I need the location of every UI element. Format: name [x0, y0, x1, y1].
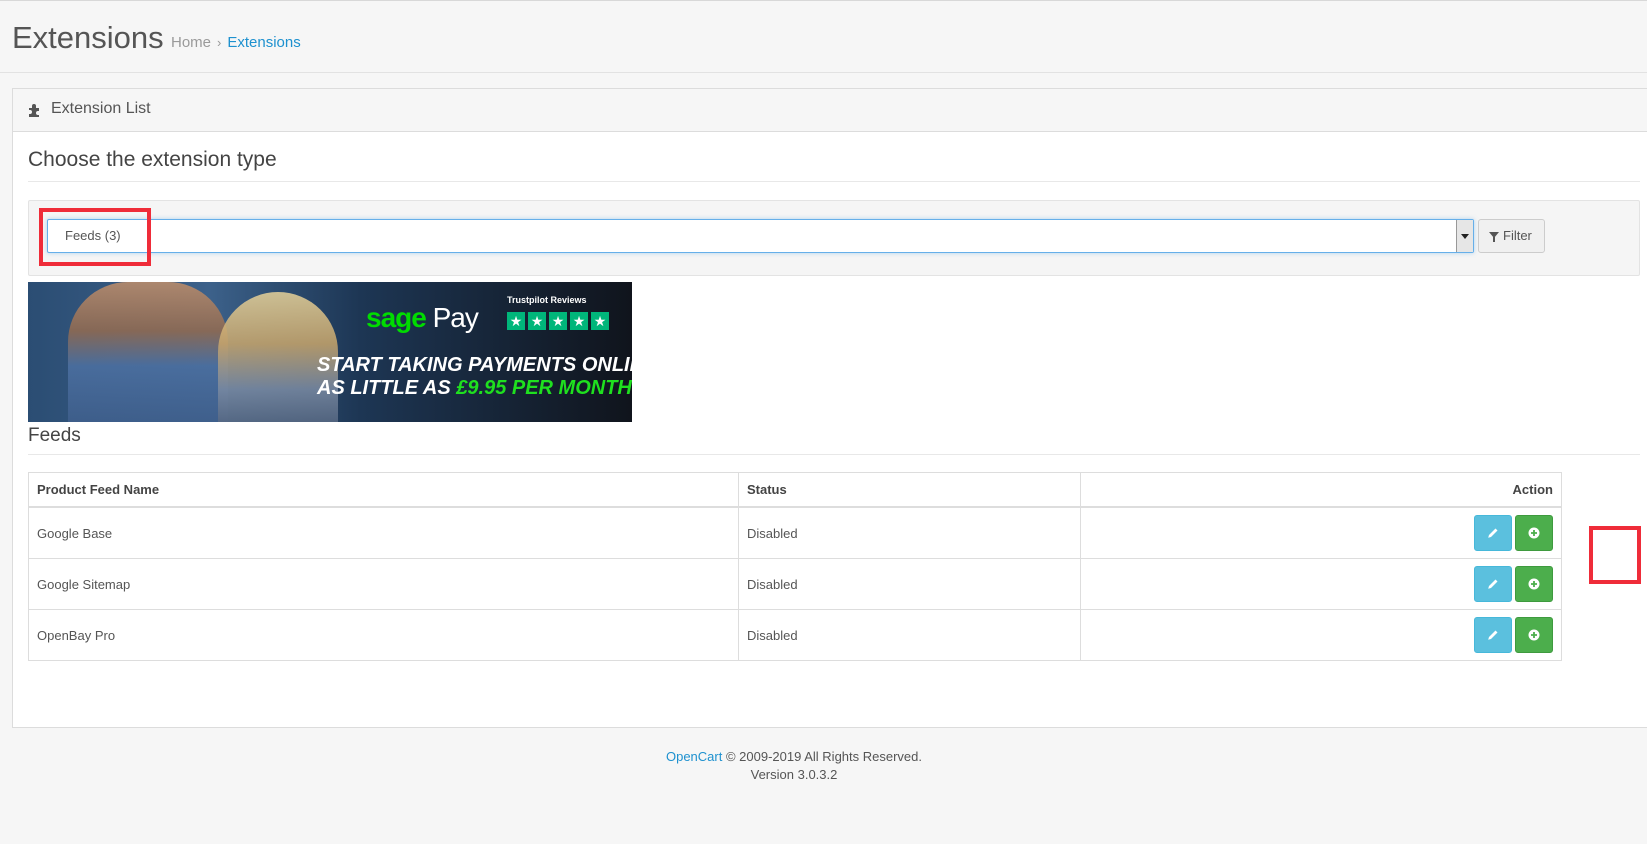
- extension-type-select[interactable]: Feeds (3): [47, 219, 1474, 253]
- install-button[interactable]: [1515, 515, 1553, 551]
- banner-tagline-prefix: AS LITTLE AS: [317, 377, 451, 399]
- feed-name: Google Sitemap: [28, 558, 739, 610]
- banner-person-image: [68, 282, 228, 422]
- page-title: Extensions: [12, 20, 164, 55]
- edit-button[interactable]: [1474, 515, 1512, 551]
- table-row: Google Sitemap Disabled: [28, 558, 1562, 610]
- banner-tagline: START TAKING PAYMENTS ONLINE FROM AS LIT…: [317, 354, 632, 400]
- filter-icon: [1489, 232, 1499, 242]
- feed-name: OpenBay Pro: [28, 609, 739, 661]
- breadcrumb-home-link[interactable]: Home: [171, 34, 211, 51]
- edit-button[interactable]: [1474, 566, 1512, 602]
- panel-heading: Extension List: [13, 89, 1647, 132]
- chevron-down-icon[interactable]: [1456, 220, 1473, 252]
- filter-button-label: Filter: [1503, 228, 1532, 243]
- copyright-text: © 2009-2019 All Rights Reserved.: [725, 749, 923, 764]
- filter-well: Feeds (3) Filter: [28, 200, 1640, 276]
- install-button[interactable]: [1515, 617, 1553, 653]
- extension-list-panel: Extension List Choose the extension type…: [12, 88, 1647, 728]
- trustpilot-stars: ★ ★ ★ ★ ★: [507, 312, 609, 330]
- breadcrumb: Home › Extensions: [171, 34, 301, 51]
- sagepay-logo-word2: Pay: [432, 302, 479, 333]
- sagepay-logo: sage Pay: [366, 302, 479, 334]
- banner-tagline-line2: AS LITTLE AS £9.95 PER MONTH + VAT: [317, 377, 632, 400]
- breadcrumb-extensions-link[interactable]: Extensions: [227, 34, 300, 51]
- feed-status: Disabled: [738, 506, 1081, 559]
- star-icon: ★: [507, 312, 525, 330]
- feeds-heading: Feeds: [28, 425, 81, 446]
- feed-actions: [1080, 609, 1562, 661]
- feed-name: Google Base: [28, 506, 739, 559]
- page-header: Extensions Home › Extensions: [0, 0, 1647, 73]
- feed-status: Disabled: [738, 558, 1081, 610]
- choose-type-heading: Choose the extension type: [28, 148, 277, 171]
- plus-circle-icon: [1528, 629, 1540, 641]
- panel-title: Extension List: [51, 100, 151, 117]
- star-icon: ★: [591, 312, 609, 330]
- feed-status: Disabled: [738, 609, 1081, 661]
- trustpilot-label: Trustpilot Reviews: [507, 295, 587, 305]
- table-header-row: Product Feed Name Status Action: [28, 472, 1562, 508]
- table-row: Google Base Disabled: [28, 506, 1562, 559]
- highlight-box-select: [39, 208, 151, 266]
- column-header-status: Status: [738, 472, 1081, 508]
- filter-button[interactable]: Filter: [1478, 219, 1545, 253]
- sagepay-logo-word1: sage: [366, 302, 427, 333]
- table-row: OpenBay Pro Disabled: [28, 609, 1562, 661]
- divider: [28, 454, 1640, 455]
- star-icon: ★: [570, 312, 588, 330]
- column-header-action: Action: [1080, 472, 1562, 508]
- highlight-box-install: [1589, 526, 1641, 584]
- banner-price-highlight: £9.95 PER MONTH + VAT: [456, 377, 632, 399]
- divider: [28, 181, 1640, 182]
- footer: OpenCart © 2009-2019 All Rights Reserved…: [0, 748, 1588, 784]
- feed-actions: [1080, 506, 1562, 559]
- banner-tagline-line1: START TAKING PAYMENTS ONLINE FROM: [317, 354, 632, 376]
- plus-circle-icon: [1528, 527, 1540, 539]
- opencart-link[interactable]: OpenCart: [666, 749, 722, 764]
- sagepay-banner[interactable]: sage Pay Trustpilot Reviews ★ ★ ★ ★ ★ ST…: [28, 282, 632, 422]
- edit-button[interactable]: [1474, 617, 1512, 653]
- puzzle-icon: [29, 104, 39, 117]
- install-button[interactable]: [1515, 566, 1553, 602]
- star-icon: ★: [549, 312, 567, 330]
- feeds-table: Product Feed Name Status Action Google B…: [28, 472, 1562, 661]
- star-icon: ★: [528, 312, 546, 330]
- breadcrumb-separator: ›: [217, 35, 222, 50]
- plus-circle-icon: [1528, 578, 1540, 590]
- feed-actions: [1080, 558, 1562, 610]
- version-text: Version 3.0.3.2: [750, 767, 838, 782]
- pencil-icon: [1488, 528, 1498, 538]
- pencil-icon: [1488, 579, 1498, 589]
- column-header-name: Product Feed Name: [28, 472, 739, 508]
- pencil-icon: [1488, 630, 1498, 640]
